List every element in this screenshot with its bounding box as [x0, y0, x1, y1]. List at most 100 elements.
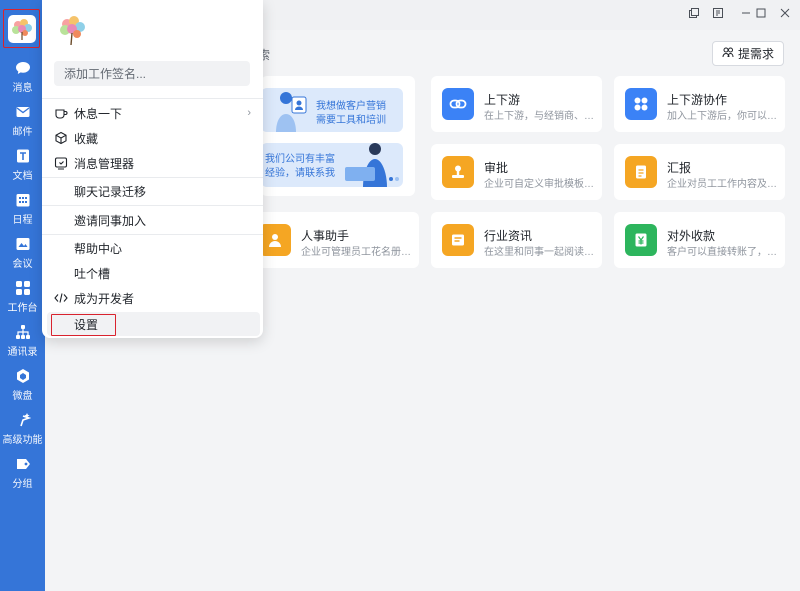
four-dots-icon [625, 88, 657, 120]
code-icon [54, 291, 68, 305]
card-title: 行业资讯 [484, 229, 533, 243]
app-card-industry-news[interactable]: 行业资讯 在这里和同事一起阅读行... [431, 212, 602, 268]
banner-text-3: 我们公司有丰富 [265, 154, 335, 165]
sidebar-item-label: 消息 [12, 83, 33, 94]
stamp-icon [442, 156, 474, 188]
settings-highlight [51, 314, 116, 336]
menu-divider [42, 205, 263, 206]
menu-item-label: 邀请同事加入 [74, 213, 147, 228]
app-card-upstream-collab[interactable]: 上下游协作 加入上下游后，你可以便... [614, 76, 785, 132]
sidebar-item-label: 日程 [12, 215, 33, 226]
profile-card-icon [291, 96, 307, 114]
report-icon [625, 156, 657, 188]
sidebar-item-calendar[interactable]: 日程 [0, 192, 45, 232]
pin-window-icon[interactable] [682, 2, 706, 24]
menu-avatar[interactable] [56, 12, 90, 48]
cloud-drive-icon [15, 368, 31, 384]
avatar-highlight[interactable] [3, 9, 40, 48]
maximize-icon[interactable] [749, 2, 773, 24]
banner-text-4: 经验，请联系我 [265, 168, 335, 179]
card-title: 上下游 [484, 93, 521, 107]
app-card-upstream[interactable]: 上下游 在上下游，与经销商、供... [431, 76, 602, 132]
menu-item-label: 收藏 [74, 131, 99, 146]
menu-item-take-break[interactable]: 休息一下 › [42, 101, 263, 125]
menu-item-chat-migration[interactable]: 聊天记录迁移 [42, 179, 263, 203]
yen-icon [625, 224, 657, 256]
card-title: 审批 [484, 161, 509, 175]
sidebar-item-mail[interactable]: 邮件 [0, 104, 45, 144]
app-card-approval[interactable]: 审批 企业可自定义审批模板、... [431, 144, 602, 200]
workbench-grid-icon [15, 280, 31, 296]
request-button-label: 提需求 [737, 47, 774, 61]
sidebar: 消息 邮件 文档 日程 会议 工作台 通讯录 微盘 高级功能 分组 [0, 0, 45, 591]
menu-divider [42, 234, 263, 235]
close-icon[interactable] [773, 2, 797, 24]
menu-item-help-center[interactable]: 帮助中心 [42, 236, 263, 260]
profile-menu: 休息一下 › 收藏 消息管理器 聊天记录迁移 邀请同事加入 帮助中心 吐个槽 成… [42, 0, 263, 338]
request-button[interactable]: 提需求 [712, 41, 784, 66]
sidebar-item-docs[interactable]: 文档 [0, 148, 45, 188]
avatar[interactable] [7, 14, 36, 43]
card-desc: 加入上下游后，你可以便... [667, 111, 779, 122]
sidebar-item-label: 工作台 [7, 303, 38, 314]
feedback-icon[interactable] [706, 2, 730, 24]
menu-item-label: 聊天记录迁移 [74, 184, 147, 199]
menu-item-favorites[interactable]: 收藏 [42, 126, 263, 150]
menu-item-message-manager[interactable]: 消息管理器 [42, 151, 263, 175]
calendar-icon [15, 192, 31, 208]
message-manager-icon [54, 156, 68, 170]
sidebar-item-group[interactable]: 分组 [0, 456, 45, 496]
sidebar-item-label: 微盘 [12, 391, 33, 402]
sidebar-item-label: 分组 [12, 479, 33, 490]
card-title: 对外收款 [667, 229, 716, 243]
sidebar-item-messages[interactable]: 消息 [0, 60, 45, 100]
promo-banner-card-1: 我想做客户营销 需要工具和培训 [261, 88, 403, 132]
menu-divider [42, 98, 263, 99]
sidebar-item-contacts[interactable]: 通讯录 [0, 324, 45, 364]
menu-item-invite-colleague[interactable]: 邀请同事加入 [42, 208, 263, 232]
news-icon [442, 224, 474, 256]
chat-bubble-icon [15, 60, 31, 76]
app-card-hr-assistant[interactable]: 人事助手 企业可管理员工花名册信... [248, 212, 419, 268]
menu-divider [42, 177, 263, 178]
sparkle-icon [15, 412, 31, 428]
sidebar-item-label: 邮件 [12, 127, 33, 138]
mail-icon [15, 104, 31, 120]
promo-banner-card-2: 我们公司有丰富 经验，请联系我 [261, 143, 403, 187]
card-title: 汇报 [667, 161, 692, 175]
card-desc: 在这里和同事一起阅读行... [484, 247, 596, 258]
tag-icon [15, 456, 31, 472]
sidebar-item-advanced[interactable]: 高级功能 [0, 412, 45, 452]
menu-item-feedback[interactable]: 吐个槽 [42, 261, 263, 285]
menu-item-label: 成为开发者 [74, 291, 135, 306]
chevron-right-icon: › [247, 107, 251, 119]
sidebar-item-meeting[interactable]: 会议 [0, 236, 45, 276]
menu-item-label: 帮助中心 [74, 241, 123, 256]
cube-icon [54, 131, 68, 145]
sidebar-item-label: 通讯录 [7, 347, 38, 358]
org-chart-icon [15, 324, 31, 340]
sidebar-item-label: 高级功能 [2, 435, 43, 446]
card-title: 上下游协作 [667, 93, 728, 107]
sidebar-item-drive[interactable]: 微盘 [0, 368, 45, 408]
work-signature-input[interactable] [54, 61, 250, 86]
promo-banner[interactable]: 我想做客户营销 需要工具和培训 我们公司有丰富 经验，请联系我 [261, 76, 415, 196]
meeting-icon [15, 236, 31, 252]
menu-item-label: 休息一下 [74, 106, 123, 121]
card-desc: 企业可自定义审批模板、... [484, 179, 596, 190]
document-icon [15, 148, 31, 164]
man-with-laptop-illustration-icon [345, 143, 399, 187]
sidebar-item-label: 文档 [12, 171, 33, 182]
menu-item-label: 消息管理器 [74, 156, 135, 171]
banner-text-2: 需要工具和培训 [316, 115, 386, 126]
card-desc: 企业对员工工作内容及过... [667, 179, 779, 190]
app-card-external-payment[interactable]: 对外收款 客户可以直接转账了，成... [614, 212, 785, 268]
menu-item-label: 吐个槽 [74, 266, 111, 281]
sidebar-item-workbench[interactable]: 工作台 [0, 280, 45, 320]
app-card-report[interactable]: 汇报 企业对员工工作内容及过... [614, 144, 785, 200]
menu-item-become-developer[interactable]: 成为开发者 [42, 286, 263, 310]
person-icon [259, 224, 291, 256]
card-desc: 在上下游，与经销商、供... [484, 111, 596, 122]
sidebar-item-label: 会议 [12, 259, 33, 270]
people-request-icon [722, 46, 734, 61]
